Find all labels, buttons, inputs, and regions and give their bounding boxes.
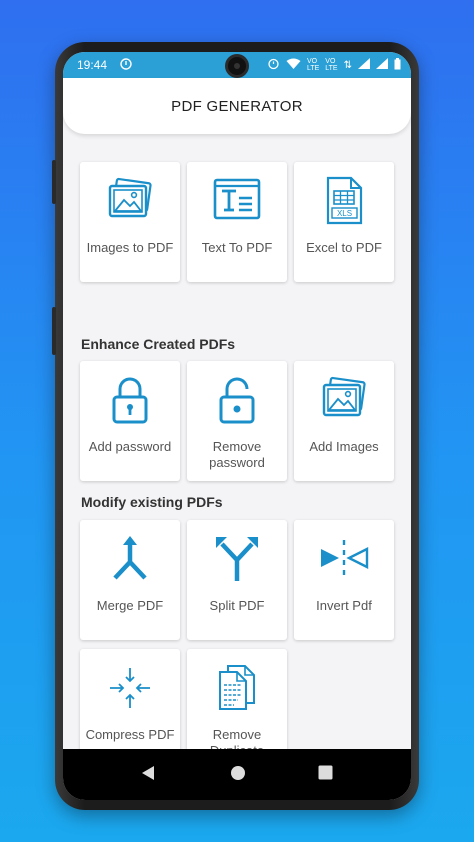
power-button: [52, 307, 56, 355]
card-label: Split PDF: [209, 598, 265, 613]
images-to-pdf-button[interactable]: Images to PDF: [80, 162, 180, 282]
invert-icon: [321, 540, 369, 575]
status-icons: VO LTE VO LTE ⇅: [267, 57, 401, 73]
front-camera: [225, 54, 249, 78]
sync-icon: [119, 57, 133, 74]
add-password-button[interactable]: Add password: [80, 361, 180, 481]
wifi-icon: [286, 58, 301, 73]
phone-frame: 19:44 VO LTE VO LTE ⇅ PDF GENERATOR Imag…: [52, 42, 419, 810]
status-time: 19:44: [77, 58, 108, 72]
text-to-pdf-button[interactable]: Text To PDF: [187, 162, 287, 282]
home-icon[interactable]: [230, 765, 246, 786]
split-pdf-button[interactable]: Split PDF: [187, 520, 287, 640]
lock-icon: [112, 377, 148, 424]
app-bar: PDF GENERATOR: [63, 78, 411, 134]
card-label: Remove password: [209, 439, 265, 470]
volume-button: [52, 160, 56, 204]
card-label: Invert Pdf: [316, 598, 372, 613]
add-images-button[interactable]: Add Images: [294, 361, 394, 481]
card-label: Add password: [88, 439, 172, 454]
unlock-icon: [219, 377, 255, 424]
text-document-icon: [213, 178, 261, 220]
split-icon: [216, 537, 258, 581]
section-title-enhance: Enhance Created PDFs: [81, 336, 236, 352]
volte2-icon: VO LTE: [325, 58, 338, 72]
xls-file-icon: XLS: [326, 176, 363, 225]
system-nav-bar: [63, 749, 411, 800]
excel-to-pdf-button[interactable]: XLS Excel to PDF: [294, 162, 394, 282]
card-label: Excel to PDF: [306, 240, 382, 255]
status-bar: 19:44 VO LTE VO LTE ⇅: [63, 52, 411, 78]
section-title-modify: Modify existing PDFs: [81, 494, 223, 510]
signal-icon: [358, 58, 370, 72]
volte-icon: VO LTE: [306, 58, 320, 72]
screen: 19:44 VO LTE VO LTE ⇅ PDF GENERATOR Imag…: [63, 52, 411, 800]
card-label: Merge PDF: [96, 598, 164, 613]
merge-icon: [113, 536, 147, 580]
data-arrows-icon: ⇅: [343, 59, 352, 71]
duplicate-pages-icon: [219, 665, 255, 710]
card-label: Text To PDF: [201, 240, 273, 255]
battery-icon: [394, 57, 401, 73]
invert-pdf-button[interactable]: Invert Pdf: [294, 520, 394, 640]
merge-pdf-button[interactable]: Merge PDF: [80, 520, 180, 640]
back-icon[interactable]: [141, 765, 155, 786]
card-label: Add Images: [309, 439, 379, 454]
card-label: Images to PDF: [86, 240, 174, 255]
signal2-icon: [376, 58, 388, 72]
images-icon: [108, 177, 152, 218]
main-content: Images to PDF Text To PDF XLS Excel to P…: [63, 134, 411, 769]
images-icon: [322, 376, 366, 417]
compress-icon: [110, 668, 150, 708]
card-label: Compress PDF: [85, 727, 175, 742]
app-title: PDF GENERATOR: [171, 97, 303, 115]
remove-password-button[interactable]: Remove password: [187, 361, 287, 481]
recents-icon[interactable]: [318, 765, 333, 785]
alarm-icon: [267, 57, 280, 73]
svg-text:XLS: XLS: [337, 209, 352, 218]
